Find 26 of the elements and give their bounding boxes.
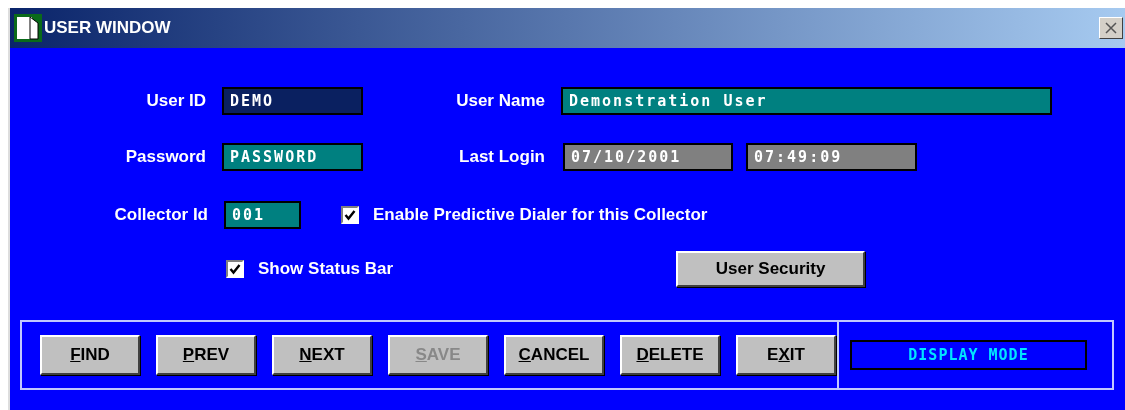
toolbar-button[interactable]: CANCEL (504, 335, 604, 375)
toolbar-button[interactable]: PREV (156, 335, 256, 375)
toolbar-button[interactable]: FIND (40, 335, 140, 375)
input-field[interactable]: PASSWORD (222, 143, 363, 171)
door-icon (14, 14, 42, 42)
input-field[interactable]: 07/10/2001 (563, 143, 733, 171)
toolbar-button[interactable]: NEXT (272, 335, 372, 375)
field-label: Collector Id (113, 205, 208, 225)
field-label: User ID (145, 91, 206, 111)
checkbox[interactable] (226, 260, 244, 278)
toolbar-button[interactable]: EXIT (736, 335, 836, 375)
field-label: Password (124, 147, 206, 167)
field-label: User Name (455, 91, 545, 111)
checkbox-label: Enable Predictive Dialer for this Collector (373, 205, 708, 225)
checkbox[interactable] (341, 206, 359, 224)
checkbox-label: Show Status Bar (258, 259, 394, 279)
input-field[interactable]: 07:49:09 (746, 143, 917, 171)
input-field[interactable]: DEMO (222, 87, 363, 115)
input-field[interactable]: 001 (224, 201, 301, 229)
field-label: Last Login (458, 147, 545, 167)
input-field[interactable]: Demonstration User (561, 87, 1052, 115)
window-title: USER WINDOW (44, 18, 171, 38)
toolbar-button[interactable]: DELETE (620, 335, 720, 375)
user-security-button[interactable]: User Security (676, 251, 866, 287)
mode-indicator: DISPLAY MODE (850, 340, 1087, 370)
close-icon[interactable] (1099, 17, 1123, 39)
